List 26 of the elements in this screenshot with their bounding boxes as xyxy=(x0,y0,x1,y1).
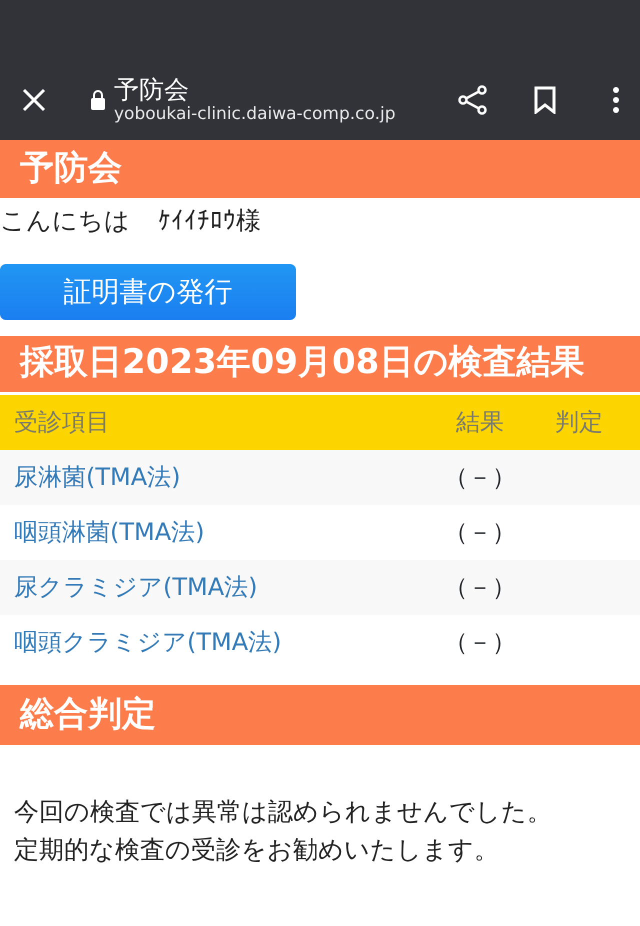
page-title: 予防会 xyxy=(114,76,189,104)
result-cell-text: （－） xyxy=(443,462,517,494)
close-icon[interactable] xyxy=(22,88,46,112)
result-cell-text: （－） xyxy=(443,517,517,548)
test-item-link[interactable]: 尿クラミジア(TMA法) xyxy=(14,573,258,602)
summary-text: 定期的な検査の受診をお勧めいたします。 xyxy=(14,834,500,866)
greeting-text: こんにちは xyxy=(0,205,130,237)
test-item-link[interactable]: 尿淋菌(TMA法) xyxy=(14,463,181,492)
column-header: 判定 xyxy=(554,407,604,438)
results-heading: 採取日2023年09月08日の検査結果 xyxy=(0,336,640,392)
result-cell-text: （－） xyxy=(443,627,517,658)
user-name: ｹｲｲﾁﾛｳ様 xyxy=(158,205,261,237)
lock-icon xyxy=(90,90,106,110)
more-icon[interactable] xyxy=(612,87,620,113)
site-title: 予防会 xyxy=(0,140,640,198)
result-cell-text: （－） xyxy=(443,572,517,604)
summary-text: 今回の検査では異常は認められませんでした。 xyxy=(14,796,553,828)
url-text[interactable]: yoboukai-clinic.daiwa-comp.co.jp xyxy=(114,104,396,124)
column-header: 結果 xyxy=(455,407,505,438)
certificate-button[interactable]: 証明書の発行 xyxy=(0,264,296,320)
summary-heading: 総合判定 xyxy=(0,684,640,745)
bookmark-icon[interactable] xyxy=(534,86,556,114)
test-item-link[interactable]: 咽頭クラミジア(TMA法) xyxy=(14,628,282,656)
test-item-link[interactable]: 咽頭淋菌(TMA法) xyxy=(14,518,205,546)
column-header: 受診項目 xyxy=(13,407,111,438)
share-icon[interactable] xyxy=(458,85,488,115)
